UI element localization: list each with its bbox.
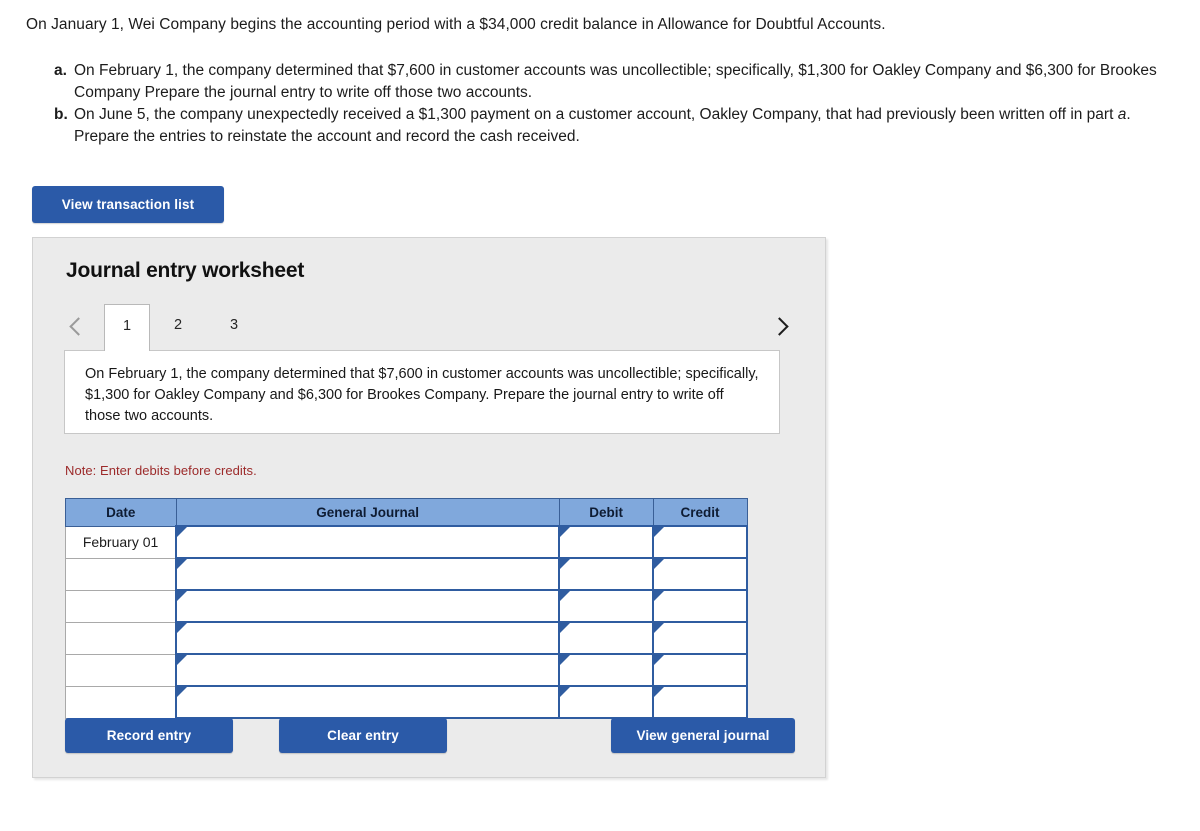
cell-marker-icon [654,655,665,665]
tab-2[interactable]: 2 [150,304,206,351]
cell-general-journal-row3[interactable] [175,589,561,623]
cell-debit-row1[interactable] [558,525,655,559]
problem-part-a-text: On February 1, the company determined th… [74,60,1174,103]
problem-part-a-text-main: On February 1, the company determined th… [74,62,1157,101]
cell-marker-icon [654,591,665,601]
record-entry-button[interactable]: Record entry [65,718,233,753]
cell-marker-icon [177,655,188,665]
tab-1-label: 1 [122,318,132,334]
chevron-left-glyph [69,316,88,336]
cell-date-row4[interactable] [65,621,177,655]
table-row: February 01 [65,525,748,559]
worksheet-tab-strip: 1 2 3 [64,304,794,351]
clear-entry-button[interactable]: Clear entry [279,718,447,753]
cell-date-row3[interactable] [65,589,177,623]
tab-1[interactable]: 1 [104,304,150,351]
cell-marker-icon [177,687,188,697]
problem-part-b-label: b. [54,106,68,123]
column-header-debit: Debit [558,498,654,527]
tab-3-label: 3 [229,317,239,333]
cell-general-journal-row5[interactable] [175,653,561,687]
problem-intro-text: On January 1, Wei Company begins the acc… [26,16,886,33]
journal-entry-table: Date General Journal Debit Credit Februa… [65,498,748,719]
problem-part-b-text: On June 5, the company unexpectedly rece… [74,104,1174,147]
cell-debit-row6[interactable] [558,685,655,719]
cell-date-row1[interactable]: February 01 [65,525,177,559]
problem-part-a: a. On February 1, the company determined… [54,60,1174,103]
cell-date-row5[interactable] [65,653,177,687]
problem-part-b: b. On June 5, the company unexpectedly r… [54,104,1174,147]
cell-general-journal-row2[interactable] [175,557,561,591]
table-row [65,621,748,655]
cell-marker-icon [654,527,665,537]
cell-marker-icon [560,655,571,665]
table-row [65,653,748,687]
cell-marker-icon [654,687,665,697]
journal-table-header-row: Date General Journal Debit Credit [65,498,748,527]
journal-entry-worksheet-panel: Journal entry worksheet 1 2 3 On Februar… [32,237,826,778]
chevron-left-icon[interactable] [64,310,90,342]
cell-marker-icon [177,527,188,537]
cell-marker-icon [560,591,571,601]
cell-general-journal-row1[interactable] [175,525,561,559]
cell-debit-row3[interactable] [558,589,655,623]
cell-marker-icon [177,559,188,569]
cell-marker-icon [177,591,188,601]
chevron-right-icon[interactable] [768,310,794,342]
view-general-journal-button[interactable]: View general journal [611,718,795,753]
table-row [65,685,748,719]
table-row [65,589,748,623]
cell-general-journal-row4[interactable] [175,621,561,655]
chevron-right-glyph [770,316,789,336]
problem-statement: On January 1, Wei Company begins the acc… [0,0,1200,147]
problem-part-a-label: a. [54,62,67,79]
cell-marker-icon [177,623,188,633]
cell-debit-row5[interactable] [558,653,655,687]
cell-credit-row6[interactable] [652,685,748,719]
column-header-credit: Credit [652,498,748,527]
cell-date-row6[interactable] [65,685,177,719]
cell-general-journal-row6[interactable] [175,685,561,719]
view-transaction-list-button[interactable]: View transaction list [32,186,224,223]
cell-credit-row1[interactable] [652,525,748,559]
cell-marker-icon [654,559,665,569]
worksheet-description-text: On February 1, the company determined th… [85,366,759,424]
tab-3[interactable]: 3 [206,304,262,351]
cell-marker-icon [560,559,571,569]
cell-marker-icon [560,527,571,537]
cell-marker-icon [560,623,571,633]
cell-credit-row5[interactable] [652,653,748,687]
cell-debit-row2[interactable] [558,557,655,591]
tab-2-label: 2 [173,317,183,333]
cell-date-row2[interactable] [65,557,177,591]
problem-parts-list: a. On February 1, the company determined… [26,60,1174,147]
problem-part-b-text-before: On June 5, the company unexpectedly rece… [74,106,1118,123]
cell-marker-icon [560,687,571,697]
cell-credit-row3[interactable] [652,589,748,623]
table-row [65,557,748,591]
cell-credit-row2[interactable] [652,557,748,591]
column-header-general-journal: General Journal [175,498,560,527]
debits-before-credits-note: Note: Enter debits before credits. [65,463,257,478]
cell-debit-row4[interactable] [558,621,655,655]
worksheet-description-box: On February 1, the company determined th… [64,350,780,434]
worksheet-title: Journal entry worksheet [66,259,305,282]
column-header-date: Date [65,498,177,527]
cell-credit-row4[interactable] [652,621,748,655]
cell-marker-icon [654,623,665,633]
